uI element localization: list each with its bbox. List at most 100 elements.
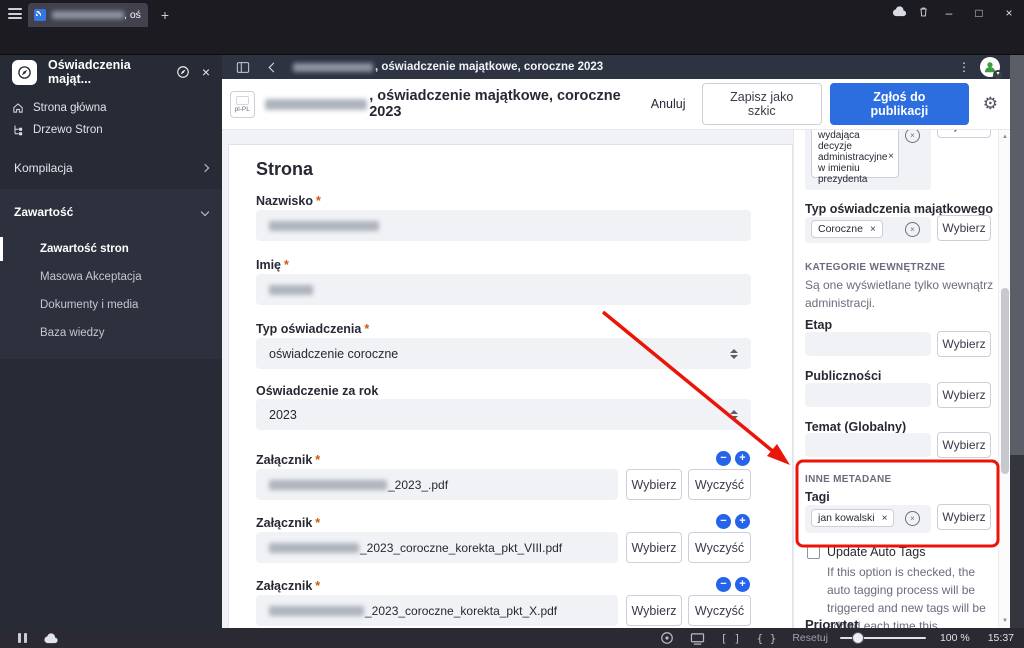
imie-input[interactable] (256, 274, 751, 305)
remove-field-button[interactable]: − (716, 577, 731, 592)
cancel-button[interactable]: Anuluj (651, 97, 686, 111)
choose-file-button[interactable]: Wybierz (626, 595, 682, 626)
jan-kowalski-tag-chip[interactable]: jan kowalski × (811, 509, 895, 527)
sidebar-item-label: Drzewo Stron (33, 124, 103, 136)
choose-button[interactable]: Wybierz (937, 382, 991, 408)
tag-label: jan kowalski (818, 512, 875, 524)
close-menu-icon[interactable]: × (202, 64, 210, 80)
maximize-button[interactable]: □ (968, 5, 990, 22)
redacted-text (52, 11, 124, 19)
choose-button[interactable]: Wybierz (937, 331, 991, 357)
product-menu-header: Oświadczenia mająt... × (0, 55, 222, 89)
clear-file-button[interactable]: Wyczyść (688, 532, 751, 563)
select-caret-icon (730, 348, 738, 359)
monitor-icon[interactable] (690, 632, 705, 645)
redacted-text (293, 62, 373, 72)
choose-file-button[interactable]: Wybierz (626, 532, 682, 563)
clock: 15:37 (987, 632, 1014, 644)
hamburger-menu-icon[interactable] (8, 8, 22, 19)
remove-tag-icon[interactable]: × (870, 224, 876, 235)
sidebar-item-baza-wiedzy[interactable]: Baza wiedzy (0, 319, 222, 347)
nazwisko-input[interactable] (256, 210, 751, 241)
remove-field-button[interactable]: − (716, 514, 731, 529)
save-draft-button[interactable]: Zapisz jako szkic (701, 83, 822, 125)
rok-select[interactable]: 2023 (256, 399, 751, 430)
selection-brackets-icon[interactable]: [ ] (721, 632, 741, 645)
trash-icon[interactable] (912, 5, 934, 22)
content-area: Strona Nazwisko * Imię * Typ oświadczenia *… (222, 130, 1010, 628)
tagi-label: Tagi (805, 490, 830, 504)
scrollbar-thumb[interactable] (1010, 55, 1024, 455)
product-menu-toggle-icon[interactable] (236, 61, 250, 74)
typ-oswiadczenia-select[interactable]: oświadczenie coroczne (256, 338, 751, 369)
zalacznik-input[interactable]: _2023_.pdf (256, 469, 618, 500)
choose-button[interactable]: Wybierz (937, 130, 991, 138)
remove-field-button[interactable]: − (716, 451, 731, 466)
locale-badge[interactable]: pl-PL (230, 90, 255, 118)
scrollbar-thumb[interactable] (1001, 288, 1009, 474)
zalacznik-input[interactable]: _2023_coroczne_korekta_pkt_X.pdf (256, 595, 618, 626)
sidebar-group-zawartosc[interactable]: Zawartość (0, 197, 222, 227)
clear-selection-icon[interactable]: × (905, 511, 920, 526)
compass-icon[interactable] (176, 65, 190, 79)
capture-target-icon[interactable] (660, 631, 674, 645)
choose-button[interactable]: Wybierz (937, 215, 991, 241)
coroczne-tag-chip[interactable]: Coroczne × (811, 220, 883, 238)
page-title: , oświadczenie majątkowe, coroczne 2023 (264, 88, 651, 120)
home-icon (13, 103, 23, 113)
minimize-button[interactable]: – (938, 5, 960, 22)
choose-button[interactable]: Wybierz (937, 504, 991, 530)
zoom-slider[interactable] (839, 632, 926, 644)
publicznosci-label: Publiczności (805, 369, 882, 383)
window-scrollbar[interactable] (1010, 55, 1024, 628)
sidebar-item-zawartosc-stron[interactable]: Zawartość stron (0, 235, 222, 263)
temat-field[interactable] (805, 433, 931, 457)
inne-metadane-header: INNE METADANE (805, 474, 892, 485)
sidebar-item-drzewo-stron[interactable]: Drzewo Stron (0, 119, 222, 141)
add-field-button[interactable]: + (735, 577, 750, 592)
sidebar-item-label: Strona główna (33, 102, 107, 114)
scroll-down-icon[interactable]: ▼ (999, 618, 1010, 624)
sidebar-group-kompilacja[interactable]: Kompilacja (0, 153, 222, 183)
publicznosci-field[interactable] (805, 383, 931, 407)
scroll-up-icon[interactable]: ▲ (999, 134, 1010, 140)
choose-button[interactable]: Wybierz (937, 432, 991, 458)
slider-knob[interactable] (851, 632, 864, 644)
submit-publish-button[interactable]: Zgłoś do publikacji (829, 83, 969, 125)
reset-button[interactable]: Resetuj (792, 632, 828, 644)
etap-label: Etap (805, 318, 833, 332)
sidebar-item-dokumenty-i-media[interactable]: Dokumenty i media (0, 291, 222, 319)
cloud-icon[interactable] (888, 5, 910, 22)
sidebar-item-strona-glowna[interactable]: Strona główna (0, 97, 222, 119)
cloud-upload-icon[interactable] (43, 632, 59, 644)
user-avatar[interactable]: ▾ (980, 57, 1003, 80)
locale-label: pl-PL (234, 106, 250, 113)
kebab-menu-icon[interactable]: ⋮ (956, 60, 972, 74)
category-tag-chip[interactable]: wydająca decyzje administracyjne w imien… (811, 130, 899, 185)
pause-icon[interactable] (18, 633, 27, 643)
close-button[interactable]: × (998, 5, 1020, 22)
add-field-button[interactable]: + (735, 514, 750, 529)
new-tab-button[interactable]: + (156, 6, 174, 24)
redacted-text (269, 284, 313, 295)
kategorie-wewnetrzne-header: KATEGORIE WEWNĘTRZNE (805, 262, 946, 273)
update-auto-tags-checkbox[interactable] (807, 546, 820, 559)
clear-selection-icon[interactable]: × (905, 222, 920, 237)
zalacznik-input[interactable]: _2023_coroczne_korekta_pkt_VIII.pdf (256, 532, 618, 563)
browser-url-bar: ← → https://bip-admin.um.warszawa.pl/gro… (0, 27, 1024, 79)
panel-scrollbar[interactable]: ▲ ▼ (998, 130, 1010, 628)
gear-icon[interactable]: ⚙ (983, 94, 998, 114)
choose-file-button[interactable]: Wybierz (626, 469, 682, 500)
clear-file-button[interactable]: Wyczyść (688, 469, 751, 500)
remove-tag-icon[interactable]: × (882, 513, 888, 524)
browser-tab[interactable]: , oś (28, 3, 148, 27)
add-field-button[interactable]: + (735, 451, 750, 466)
remove-tag-icon[interactable]: × (888, 151, 894, 162)
form-card: Strona Nazwisko * Imię * Typ oświadczenia *… (228, 144, 793, 628)
back-chevron-icon[interactable] (268, 62, 279, 72)
kategorie-description: Są one wyświetlane tylko wewnątrz admini… (805, 278, 994, 310)
etap-field[interactable] (805, 332, 931, 356)
sidebar-item-masowa-akceptacja[interactable]: Masowa Akceptacja (0, 263, 222, 291)
clear-file-button[interactable]: Wyczyść (688, 595, 751, 626)
code-brackets-icon[interactable]: { } (756, 632, 776, 645)
